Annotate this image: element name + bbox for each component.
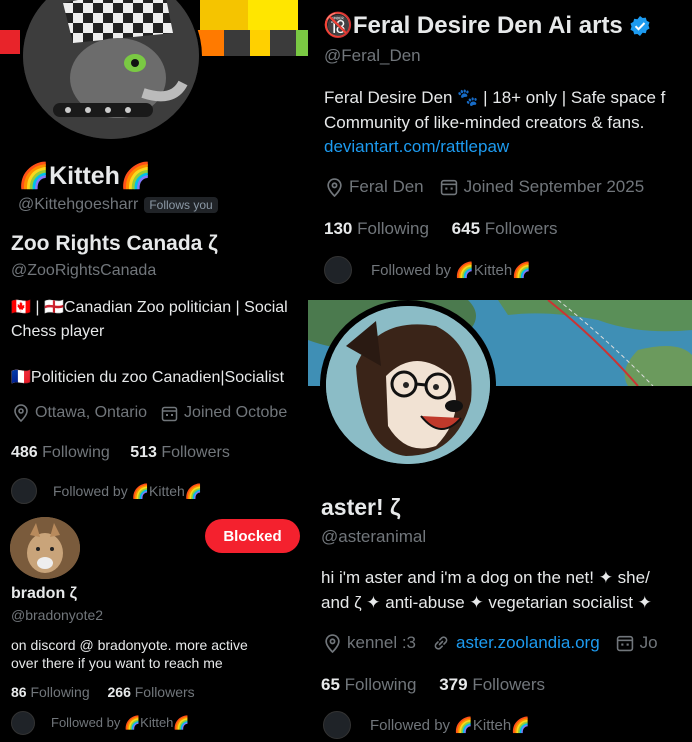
- blocked-button[interactable]: Blocked: [205, 519, 300, 553]
- zoo-bio-line-3: 🇫🇷Politicien du zoo Canadien|Socialist: [11, 369, 285, 386]
- feral-followed-by[interactable]: Followed by 🌈Kitteh🌈: [324, 256, 531, 284]
- zoo-rights-card: Zoo Rights Canada ζ @ZooRightsCanada 🇨🇦 …: [0, 222, 308, 512]
- feral-followers-link[interactable]: 645 Followers: [452, 219, 558, 238]
- feral-following-count: 130: [324, 219, 353, 238]
- zoo-display-name[interactable]: Zoo Rights Canada ζ: [11, 232, 218, 256]
- aster-following-count: 65: [321, 675, 340, 694]
- bradon-bio-line-2: over there if you want to reach me: [11, 655, 223, 671]
- feral-joined: Joined September 2025: [463, 177, 645, 196]
- feral-followers-label: Followers: [484, 219, 558, 238]
- zoo-stats: 486 Following 513 Followers: [11, 444, 230, 462]
- feral-followers-count: 645: [451, 219, 481, 238]
- zoo-following-label: Following: [42, 444, 110, 461]
- aster-followers-link[interactable]: 379 Followers: [439, 675, 545, 694]
- location-pin-icon: [325, 633, 340, 653]
- zoo-followed-by-text: Followed by 🌈Kitteh🌈: [53, 482, 203, 499]
- aster-followers-count: 379: [439, 675, 468, 694]
- bradon-followers-label: Followers: [134, 684, 195, 700]
- kitteh-handle[interactable]: @Kittehgoesharr: [18, 196, 138, 214]
- aster-location: kennel :3: [347, 633, 416, 652]
- bradon-following-label: Following: [30, 684, 90, 700]
- link-icon: [434, 636, 448, 650]
- follower-mini-avatar: [323, 711, 351, 739]
- aster-followed-by[interactable]: Followed by 🌈Kitteh🌈: [323, 711, 530, 739]
- feral-den-card: 🔞Feral Desire Den Ai arts @Feral_Den Fer…: [308, 0, 692, 298]
- aster-display-name[interactable]: aster! ζ: [321, 494, 401, 521]
- aster-website-link[interactable]: aster.zoolandia.org: [456, 633, 600, 653]
- zoo-location: Ottawa, Ontario: [35, 404, 148, 421]
- location-pin-icon: [327, 177, 342, 197]
- bradon-following-count: 86: [11, 684, 27, 700]
- bradon-following-link[interactable]: 86 Following: [11, 684, 90, 700]
- bradon-bio-line-1: on discord @ bradonyote. more active: [11, 637, 248, 653]
- feral-stats: 130 Following 645 Followers: [324, 219, 558, 239]
- bradon-followers-count: 266: [107, 684, 131, 700]
- zoo-meta-row: Ottawa, Ontario Joined Octobe: [13, 404, 287, 422]
- zoo-joined: Joined Octobe: [184, 404, 288, 421]
- zoo-following-count: 486: [11, 444, 38, 461]
- kitteh-card: 🌈Kitteh🌈 @Kittehgoesharr Follows you: [0, 0, 308, 222]
- calendar-icon: [440, 179, 457, 196]
- bradon-stats: 86 Following 266 Followers: [11, 684, 195, 700]
- bradon-followed-by-text: Followed by 🌈Kitteh🌈: [51, 715, 190, 730]
- calendar-icon: [616, 635, 633, 652]
- aster-bio-line-2: and ζ ✦ anti-abuse ✦ vegetarian socialis…: [321, 593, 652, 612]
- feral-following-link[interactable]: 130 Following: [324, 219, 429, 238]
- follows-you-badge: Follows you: [144, 197, 218, 213]
- aster-meta-row: kennel :3 aster.zoolandia.org Jo: [324, 633, 658, 653]
- aster-bio-line-1: hi i'm aster and i'm a dog on the net! ✦…: [321, 568, 650, 587]
- zoo-followers-count: 513: [130, 444, 157, 461]
- zoo-following-link[interactable]: 486 Following: [11, 444, 110, 461]
- kitteh-display-name[interactable]: 🌈Kitteh🌈: [18, 162, 151, 191]
- zoo-followers-link[interactable]: 513 Followers: [130, 444, 230, 461]
- follower-mini-avatar: [11, 711, 35, 735]
- feral-location: Feral Den: [349, 177, 424, 196]
- aster-handle[interactable]: @asteranimal: [321, 527, 426, 547]
- bradon-card: Blocked bradon ζ @bradonyote2 on discord…: [0, 512, 308, 742]
- verified-badge-icon: [630, 15, 650, 36]
- aster-followers-label: Followers: [472, 675, 546, 694]
- calendar-icon: [161, 406, 178, 421]
- bradon-avatar[interactable]: [10, 517, 80, 579]
- aster-card: aster! ζ @asteranimal hi i'm aster and i…: [308, 298, 692, 742]
- aster-following-label: Following: [344, 675, 417, 694]
- kitteh-avatar[interactable]: [20, 0, 202, 142]
- feral-meta-row: Feral Den Joined September 2025: [326, 177, 644, 197]
- bradon-followed-by[interactable]: Followed by 🌈Kitteh🌈: [11, 711, 190, 735]
- zoo-bio-line-2: Chess player: [11, 323, 105, 340]
- feral-bio-line-2: Community of like-minded creators & fans…: [324, 113, 645, 132]
- location-pin-icon: [14, 404, 28, 422]
- bradon-display-name[interactable]: bradon ζ: [11, 585, 77, 603]
- feral-followed-by-text: Followed by 🌈Kitteh🌈: [371, 262, 531, 279]
- aster-stats: 65 Following 379 Followers: [321, 675, 545, 695]
- feral-display-name[interactable]: 🔞Feral Desire Den Ai arts: [323, 11, 623, 40]
- aster-followed-by-text: Followed by 🌈Kitteh🌈: [370, 717, 530, 734]
- zoo-followers-label: Followers: [161, 444, 230, 461]
- feral-profile-link[interactable]: deviantart.com/rattlepaw: [324, 137, 509, 157]
- feral-bio-line-1: Feral Desire Den 🐾 | 18+ only | Safe spa…: [324, 88, 666, 107]
- bradon-handle[interactable]: @bradonyote2: [11, 607, 103, 623]
- bradon-followers-link[interactable]: 266 Followers: [108, 684, 195, 700]
- aster-joined: Jo: [639, 633, 658, 652]
- feral-following-label: Following: [357, 219, 429, 238]
- follower-mini-avatar: [11, 478, 37, 504]
- feral-handle[interactable]: @Feral_Den: [324, 46, 421, 66]
- aster-following-link[interactable]: 65 Following: [321, 675, 416, 694]
- zoo-followed-by[interactable]: Followed by 🌈Kitteh🌈: [11, 478, 202, 504]
- zoo-handle[interactable]: @ZooRightsCanada: [11, 262, 156, 280]
- follower-mini-avatar: [324, 256, 352, 284]
- aster-avatar[interactable]: [320, 300, 496, 470]
- zoo-bio-line-1: 🇨🇦 | 🏴󠁧󠁢󠁥󠁮󠁧󠁿Canadian Zoo politician | So…: [11, 299, 288, 316]
